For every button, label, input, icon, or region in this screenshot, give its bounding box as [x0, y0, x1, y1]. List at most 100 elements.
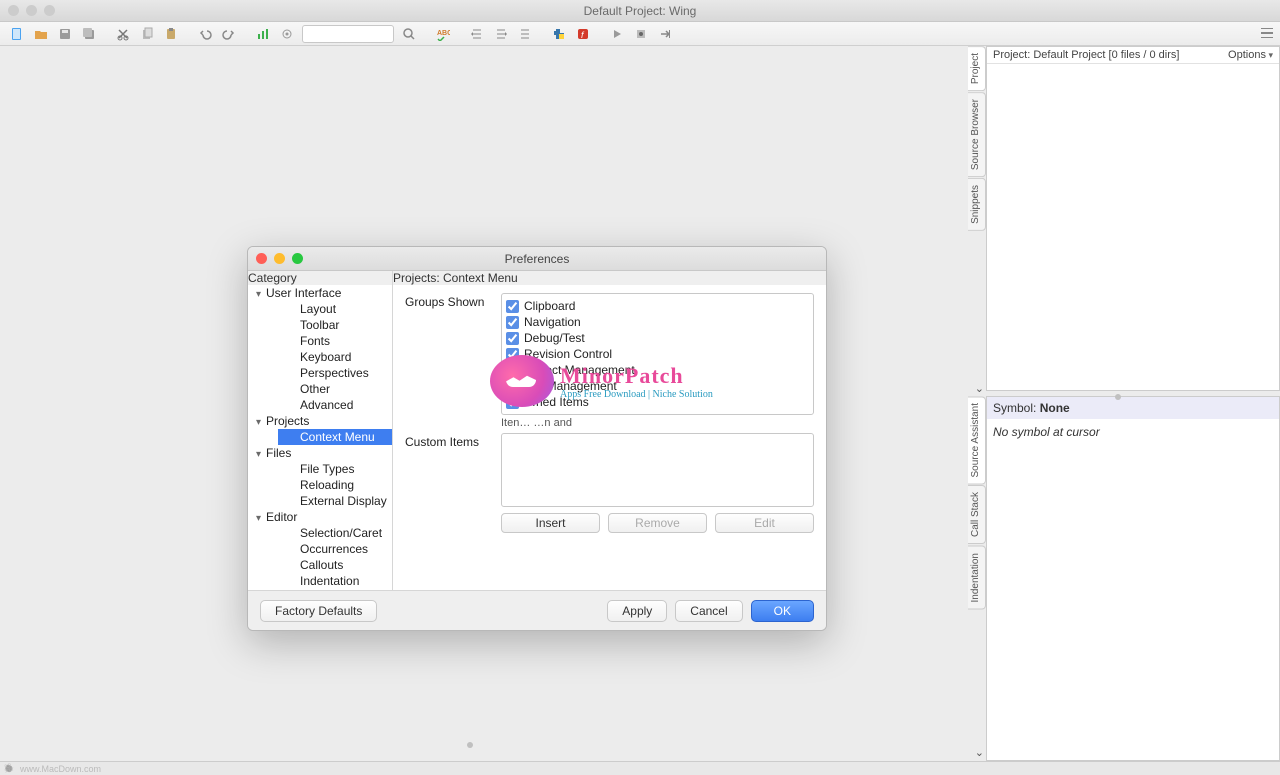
hamburger-menu-icon[interactable] [1258, 24, 1276, 42]
symbol-value: None [1040, 401, 1070, 415]
python-icon[interactable] [548, 24, 570, 44]
svg-text:ABC: ABC [437, 30, 450, 37]
tree-item-context-menu[interactable]: Context Menu [278, 429, 392, 445]
tree-item-file-types[interactable]: File Types [278, 461, 392, 477]
target-icon[interactable] [276, 24, 298, 44]
undo-icon[interactable] [194, 24, 216, 44]
project-panel: Project: Default Project [0 files / 0 di… [986, 46, 1280, 391]
graph-icon[interactable] [252, 24, 274, 44]
custom-items-label: Custom Items [405, 433, 501, 449]
tree-item-other[interactable]: Other [278, 381, 392, 397]
group-file-management[interactable]: File Management [506, 378, 809, 394]
group-user-defined[interactable]: …ned Items [506, 394, 809, 410]
group-navigation[interactable]: Navigation [506, 314, 809, 330]
tab-snippets[interactable]: Snippets [968, 178, 986, 231]
open-folder-icon[interactable] [30, 24, 52, 44]
factory-defaults-button[interactable]: Factory Defaults [260, 600, 377, 622]
search-icon[interactable] [398, 24, 420, 44]
copy-icon[interactable] [136, 24, 158, 44]
dialog-title-bar[interactable]: Preferences [248, 247, 826, 271]
right-vertical-tabs-upper: Project Source Browser Snippets [968, 46, 986, 391]
tree-item-external-display[interactable]: External Display [278, 493, 392, 509]
maximize-icon[interactable] [44, 5, 55, 16]
groups-shown-list: Clipboard Navigation Debug/Test Revision… [501, 293, 814, 415]
tree-item-fonts[interactable]: Fonts [278, 333, 392, 349]
close-icon[interactable] [256, 253, 267, 264]
tab-source-browser[interactable]: Source Browser [968, 92, 986, 177]
spellcheck-icon[interactable]: ABC [432, 24, 454, 44]
settings-pane: Groups Shown Clipboard Navigation Debug/… [393, 285, 826, 590]
custom-items-list[interactable] [501, 433, 814, 507]
tab-project[interactable]: Project [968, 46, 986, 91]
source-assistant-body: No symbol at cursor [987, 419, 1279, 445]
close-icon[interactable] [8, 5, 19, 16]
minimize-icon[interactable] [26, 5, 37, 16]
new-file-icon[interactable] [6, 24, 28, 44]
group-debug-test[interactable]: Debug/Test [506, 330, 809, 346]
main-toolbar: ABC f [0, 22, 1280, 46]
resize-handle-icon[interactable] [1115, 394, 1121, 400]
indent-right-icon[interactable] [490, 24, 512, 44]
tree-item-callouts[interactable]: Callouts [278, 557, 392, 573]
tree-item-toolbar[interactable]: Toolbar [278, 317, 392, 333]
group-project-management[interactable]: Project Management [506, 362, 809, 378]
tree-item-indentation[interactable]: Indentation [278, 573, 392, 589]
minimize-icon[interactable] [274, 253, 285, 264]
goto-icon[interactable] [654, 24, 676, 44]
tab-call-stack[interactable]: Call Stack [968, 485, 986, 544]
maximize-icon[interactable] [292, 253, 303, 264]
tree-item-keyboard[interactable]: Keyboard [278, 349, 392, 365]
chevron-down-icon[interactable]: ⌄ [975, 382, 984, 395]
chevron-down-icon[interactable]: ⌄ [975, 746, 984, 759]
source-assistant-header: Symbol: None [987, 397, 1279, 419]
tree-item-layout[interactable]: Layout [278, 301, 392, 317]
dialog-footer: Factory Defaults Apply Cancel OK [248, 590, 826, 630]
window-title: Default Project: Wing [0, 4, 1280, 18]
project-tree-empty [987, 64, 1279, 390]
items-hint-label: Iten… …n and [405, 417, 814, 429]
tree-item-selection-caret[interactable]: Selection/Caret [278, 525, 392, 541]
tree-group-user-interface[interactable]: User Interface [248, 285, 392, 301]
right-vertical-tabs-lower: Source Assistant Call Stack Indentation [968, 396, 986, 761]
window-traffic-lights[interactable] [8, 5, 55, 16]
cut-icon[interactable] [112, 24, 134, 44]
group-clipboard[interactable]: Clipboard [506, 298, 809, 314]
group-revision-control[interactable]: Revision Control [506, 346, 809, 362]
tree-item-occurrences[interactable]: Occurrences [278, 541, 392, 557]
tab-source-assistant[interactable]: Source Assistant [968, 396, 986, 484]
window-title-bar: Default Project: Wing [0, 0, 1280, 22]
source-assistant-panel: Symbol: None No symbol at cursor [986, 396, 1280, 761]
edit-button[interactable]: Edit [715, 513, 814, 533]
tree-group-projects[interactable]: Projects [248, 413, 392, 429]
ok-button[interactable]: OK [751, 600, 814, 622]
apply-button[interactable]: Apply [607, 600, 667, 622]
status-text: www.MacDown.com [20, 764, 101, 774]
groups-shown-label: Groups Shown [405, 293, 501, 309]
flash-icon[interactable]: f [572, 24, 594, 44]
paste-icon[interactable] [160, 24, 182, 44]
insert-button[interactable]: Insert [501, 513, 600, 533]
record-icon[interactable] [630, 24, 652, 44]
comment-icon[interactable] [514, 24, 536, 44]
tree-item-perspectives[interactable]: Perspectives [278, 365, 392, 381]
tree-item-reloading[interactable]: Reloading [278, 477, 392, 493]
project-panel-title: Project: Default Project [0 files / 0 di… [993, 49, 1179, 61]
project-options-dropdown[interactable]: Options [1228, 49, 1273, 61]
tab-indentation[interactable]: Indentation [968, 546, 986, 610]
cancel-button[interactable]: Cancel [675, 600, 742, 622]
tree-item-line-wrapping[interactable]: Line Wrapping [278, 589, 392, 590]
category-header: Category [248, 271, 393, 285]
tree-item-advanced[interactable]: Advanced [278, 397, 392, 413]
search-input[interactable] [302, 25, 394, 43]
save-icon[interactable] [54, 24, 76, 44]
redo-icon[interactable] [218, 24, 240, 44]
dialog-title: Preferences [248, 252, 826, 266]
remove-button[interactable]: Remove [608, 513, 707, 533]
tree-group-files[interactable]: Files [248, 445, 392, 461]
tree-group-editor[interactable]: Editor [248, 509, 392, 525]
indent-left-icon[interactable] [466, 24, 488, 44]
play-icon[interactable] [606, 24, 628, 44]
category-tree[interactable]: User Interface Layout Toolbar Fonts Keyb… [248, 285, 393, 590]
save-all-icon[interactable] [78, 24, 100, 44]
resize-handle-icon[interactable] [467, 742, 473, 748]
